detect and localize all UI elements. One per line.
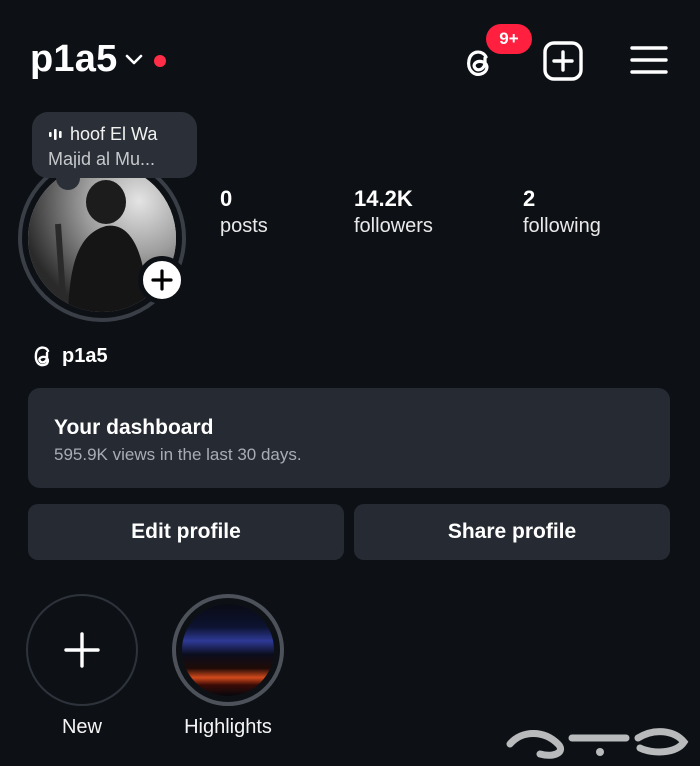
- music-note-bubble[interactable]: hoof El Wa Majid al Mu...: [32, 112, 197, 190]
- followers-label: followers: [354, 215, 433, 237]
- dashboard-title: Your dashboard: [54, 416, 214, 439]
- plus-icon: [64, 632, 100, 668]
- new-highlight-circle[interactable]: [26, 594, 138, 706]
- music-title-line: hoof El Wa: [48, 124, 181, 145]
- add-post-icon[interactable]: [542, 40, 584, 82]
- highlight-label: Highlights: [184, 716, 272, 738]
- posts-label: posts: [220, 215, 268, 237]
- plus-icon: [151, 269, 173, 291]
- profile-header: p1a5 9+: [0, 0, 700, 120]
- threads-handle: p1a5: [62, 344, 108, 367]
- dashboard-card[interactable]: Your dashboard 595.9K views in the last …: [28, 388, 670, 488]
- sound-bars-icon: [49, 129, 62, 140]
- edit-profile-button[interactable]: Edit profile: [28, 504, 344, 560]
- following-label: following: [523, 215, 601, 237]
- highlight-cover-circle[interactable]: [172, 594, 284, 706]
- music-title: hoof El Wa: [70, 124, 158, 144]
- following-count: 2: [523, 186, 536, 211]
- username[interactable]: p1a5: [30, 38, 117, 81]
- posts-count: 0: [220, 186, 233, 211]
- threads-icon: [34, 346, 50, 367]
- highlight-cover-image: [182, 604, 274, 696]
- chevron-down-icon[interactable]: [124, 52, 144, 68]
- menu-icon[interactable]: [630, 44, 668, 76]
- notification-dot: [154, 55, 166, 67]
- add-story-button[interactable]: [138, 256, 186, 304]
- highlight-label-new: New: [61, 716, 102, 738]
- followers-count: 14.2K: [354, 186, 413, 211]
- stat-following[interactable]: 2 following: [523, 186, 601, 240]
- highlight-new[interactable]: New: [26, 594, 138, 739]
- watermark-logo: [506, 728, 689, 759]
- dashboard-subtitle: 595.9K views in the last 30 days.: [54, 445, 302, 464]
- stat-posts[interactable]: 0 posts: [220, 186, 268, 240]
- stat-followers[interactable]: 14.2K followers: [354, 186, 433, 240]
- highlight-item[interactable]: Highlights: [172, 594, 284, 739]
- share-profile-button[interactable]: Share profile: [354, 504, 670, 560]
- notification-badge: 9+: [486, 24, 532, 54]
- threads-handle-link[interactable]: p1a5: [30, 342, 108, 370]
- music-artist: Majid al Mu...: [48, 149, 156, 169]
